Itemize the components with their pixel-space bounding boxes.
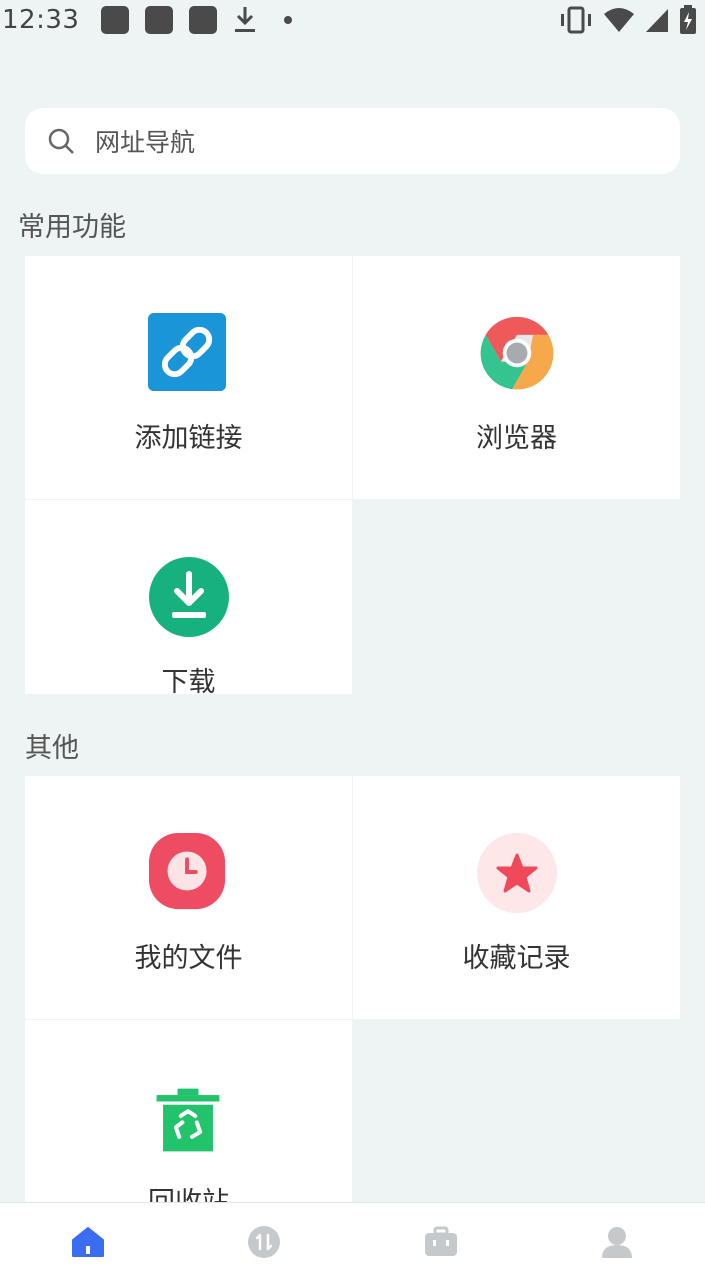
status-right — [559, 5, 697, 35]
notification-app-icon — [145, 6, 174, 34]
toolbox-icon — [424, 1226, 457, 1256]
my-files-label: 我的文件 — [134, 943, 243, 974]
search-placeholder: 网址导航 — [95, 128, 196, 157]
nav-transfer[interactable] — [224, 1212, 304, 1272]
add-link-tile[interactable]: 添加链接 — [25, 256, 352, 499]
app-screen: 12:33 网址导航 常用功能 添加链接 浏览器 下载 其他 我的文件 收藏记录 — [0, 0, 705, 1280]
browser-icon — [480, 316, 554, 390]
notification-app-icon — [101, 6, 130, 34]
recycle-bin-tile[interactable]: 回收站 — [25, 1020, 352, 1218]
status-time: 12:33 — [2, 5, 80, 35]
my-files-tile[interactable]: 我的文件 — [25, 776, 352, 1019]
nav-home[interactable] — [48, 1212, 128, 1272]
download-icon — [235, 7, 256, 32]
search-input[interactable]: 网址导航 — [25, 108, 680, 174]
search-icon — [48, 128, 74, 154]
nav-toolbox[interactable] — [401, 1212, 481, 1272]
download-label: 下载 — [161, 667, 216, 698]
wifi-icon — [604, 8, 634, 32]
recycle-bin-icon — [156, 1088, 220, 1152]
download-tile[interactable]: 下载 — [25, 500, 352, 698]
transfer-icon — [248, 1225, 281, 1258]
nav-profile[interactable] — [577, 1212, 657, 1272]
home-icon — [72, 1226, 105, 1257]
notification-app-icon — [189, 6, 218, 34]
common-functions-grid: 添加链接 浏览器 下载 — [25, 256, 680, 698]
section-title-common: 常用功能 — [18, 212, 126, 243]
profile-icon — [601, 1226, 632, 1258]
battery-charging-icon — [680, 5, 696, 34]
star-icon — [477, 833, 557, 913]
dot-icon — [284, 16, 293, 24]
browser-tile[interactable]: 浏览器 — [353, 256, 680, 499]
favorites-tile[interactable]: 收藏记录 — [353, 776, 680, 1019]
add-link-label: 添加链接 — [134, 423, 243, 454]
status-bar: 12:33 — [0, 0, 705, 40]
browser-label: 浏览器 — [476, 423, 557, 454]
vibrate-icon — [561, 6, 591, 34]
bottom-navigation — [0, 1202, 705, 1280]
other-functions-grid: 我的文件 收藏记录 回收站 — [25, 776, 680, 1218]
status-left: 12:33 — [2, 5, 293, 35]
signal-icon — [646, 9, 668, 32]
link-icon — [148, 313, 227, 392]
clock-icon — [148, 832, 226, 910]
section-title-other: 其他 — [25, 733, 79, 764]
favorites-label: 收藏记录 — [462, 943, 571, 974]
download-icon — [149, 557, 229, 637]
